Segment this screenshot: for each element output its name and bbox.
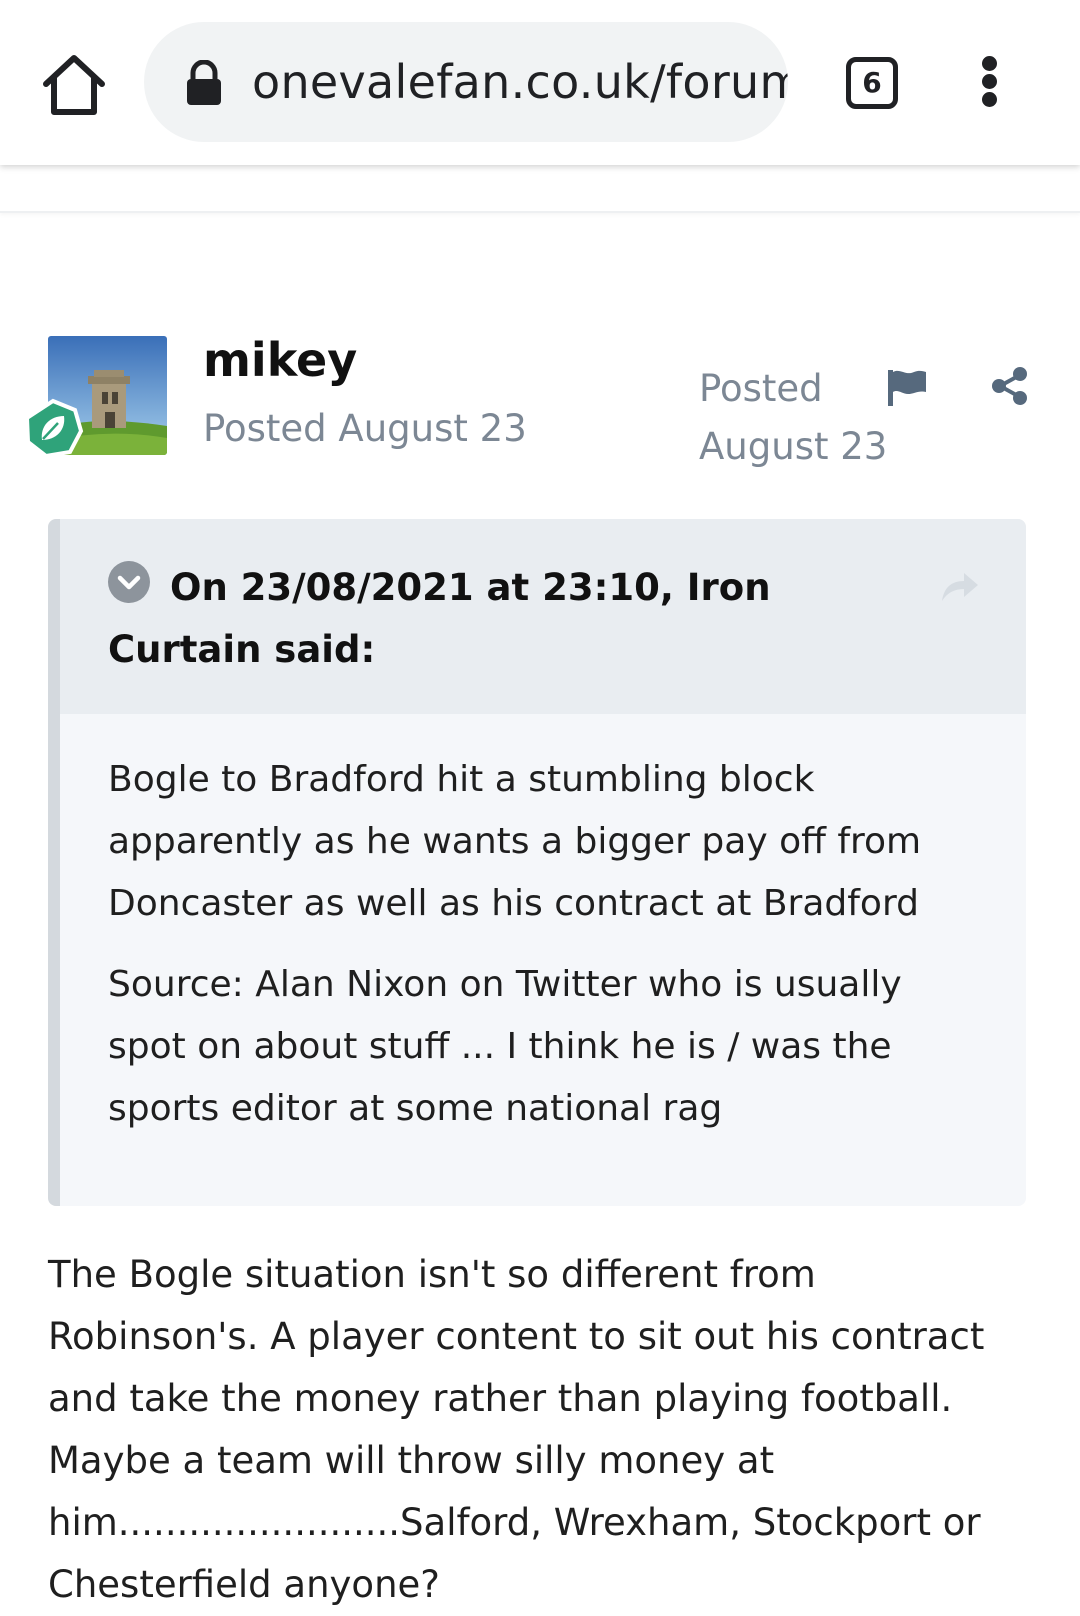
- lock-icon: [184, 59, 224, 106]
- address-bar[interactable]: onevalefan.co.uk/forum/: [144, 22, 788, 142]
- quote-header: On 23/08/2021 at 23:10, Iron Curtain sai…: [60, 519, 1026, 714]
- quote-citation[interactable]: On 23/08/2021 at 23:10, Iron Curtain sai…: [108, 557, 908, 681]
- url-text[interactable]: onevalefan.co.uk/forum/: [252, 52, 788, 112]
- post-date: Posted August 23: [203, 407, 527, 450]
- vertical-dots-icon[interactable]: [970, 52, 1010, 112]
- quote-block: On 23/08/2021 at 23:10, Iron Curtain sai…: [48, 519, 1026, 1206]
- sticky-header-strip: [0, 165, 1080, 213]
- home-icon[interactable]: [36, 46, 112, 122]
- leaf-badge-icon: [22, 398, 84, 460]
- go-to-quoted-post-icon[interactable]: [938, 567, 982, 605]
- quote-body: Bogle to Bradford hit a stumbling block …: [108, 749, 988, 1159]
- share-icon[interactable]: [990, 366, 1030, 406]
- browser-toolbar: onevalefan.co.uk/forum/ 6: [0, 0, 1080, 165]
- post-date-secondary[interactable]: Posted August 23: [699, 360, 889, 476]
- author-name[interactable]: mikey: [203, 332, 357, 388]
- post-content: The Bogle situation isn't so different f…: [48, 1253, 985, 1606]
- tab-switcher-button[interactable]: 6: [846, 57, 898, 109]
- flag-icon[interactable]: [886, 368, 928, 408]
- quote-paragraph: Bogle to Bradford hit a stumbling block …: [108, 759, 922, 924]
- quote-paragraph: Source: Alan Nixon on Twitter who is usu…: [108, 964, 902, 1129]
